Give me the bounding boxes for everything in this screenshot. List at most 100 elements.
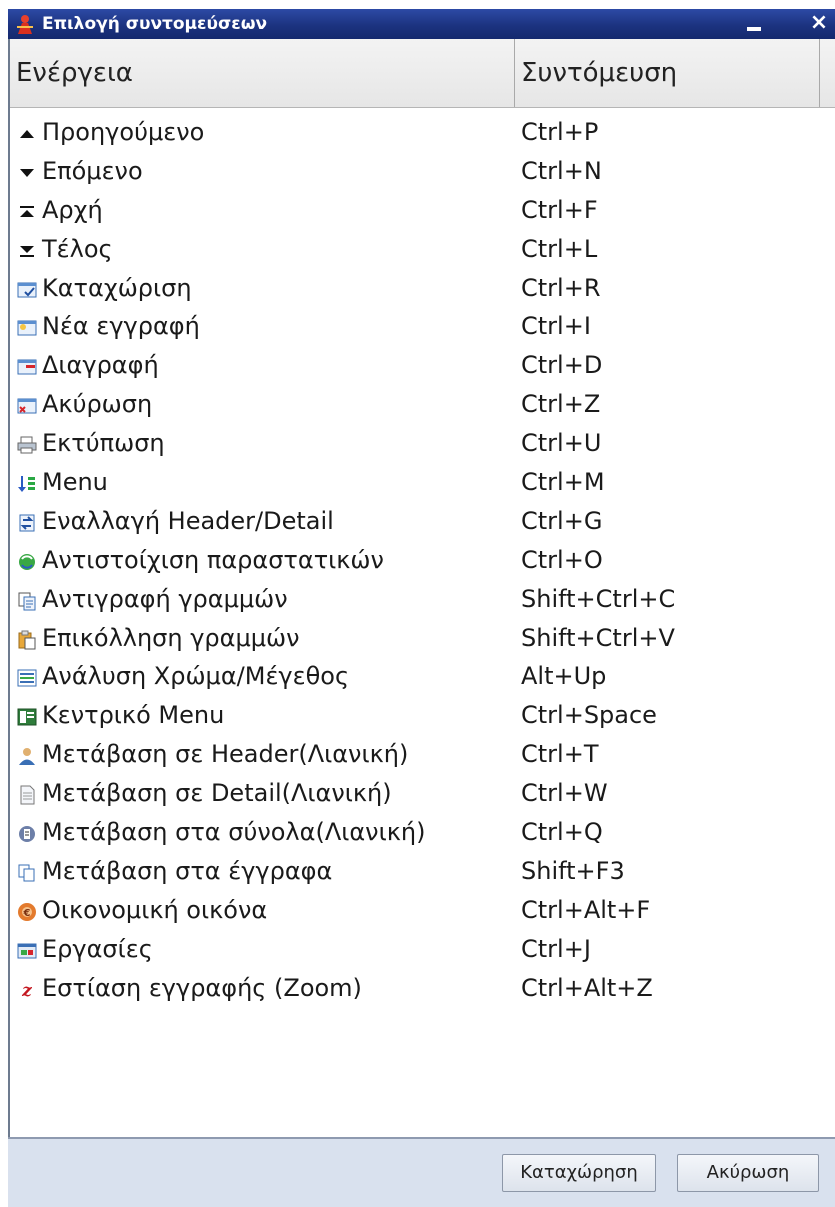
zoom-icon: z (16, 979, 38, 1001)
table-row[interactable]: Εκτύπωση Ctrl+U (10, 426, 835, 465)
action-label: Επόμενο (42, 156, 143, 185)
action-label: Μετάβαση στα έγγραφα (42, 856, 333, 885)
app-icon (14, 13, 36, 35)
title-bar[interactable]: Επιλογή συντομεύσεων × (8, 9, 835, 39)
shortcut-value[interactable]: Ctrl+J (521, 935, 591, 963)
cancel-button[interactable]: Ακύρωση (677, 1154, 819, 1192)
shortcut-value[interactable]: Ctrl+U (521, 429, 601, 457)
table-row[interactable]: Νέα εγγραφή Ctrl+I (10, 309, 835, 348)
menu-icon (16, 473, 38, 495)
column-header-shortcut[interactable]: Συντόμευση (515, 39, 820, 107)
new-record-icon (16, 317, 38, 339)
table-row[interactable]: Μετάβαση σε Header(Λιανική) Ctrl+T (10, 737, 835, 776)
action-label: Εργασίες (42, 934, 153, 963)
action-label: Διαγραφή (42, 351, 159, 380)
table-row[interactable]: Διαγραφή Ctrl+D (10, 348, 835, 387)
shortcut-value[interactable]: Ctrl+O (521, 546, 603, 574)
action-label: Μετάβαση στα σύνολα(Λιανική) (42, 818, 426, 847)
action-label: Αρχή (42, 195, 103, 224)
shortcut-value[interactable]: Ctrl+Space (521, 701, 657, 729)
shortcut-value[interactable]: Ctrl+Z (521, 390, 600, 418)
column-header-filler (820, 39, 835, 107)
table-row[interactable]: Επικόλληση γραμμών Shift+Ctrl+V (10, 621, 835, 660)
page-margin (0, 0, 835, 9)
grid-header: Ενέργεια Συντόμευση (10, 39, 835, 108)
shortcut-value[interactable]: Ctrl+L (521, 235, 597, 263)
shortcut-value[interactable]: Shift+Ctrl+C (521, 585, 675, 613)
action-label: Κεντρικό Menu (42, 701, 225, 730)
dialog-footer: Καταχώρηση Ακύρωση (8, 1137, 835, 1207)
close-button[interactable]: × (808, 12, 830, 35)
shortcut-value[interactable]: Ctrl+G (521, 507, 602, 535)
totals-icon (16, 823, 38, 845)
first-record-icon (16, 201, 38, 223)
table-row[interactable]: Αντιστοίχιση παραστατικών Ctrl+O (10, 543, 835, 582)
table-row[interactable]: z Εστίαση εγγραφής (Zoom) Ctrl+Alt+Z (10, 971, 835, 1010)
minimize-button[interactable] (743, 13, 765, 35)
shortcut-value[interactable]: Ctrl+I (521, 312, 591, 340)
action-label: Ανάλυση Χρώμα/Μέγεθος (42, 662, 350, 691)
svg-text:z: z (21, 981, 32, 1000)
svg-text:€: € (23, 908, 31, 919)
table-row[interactable]: Εναλλαγή Header/Detail Ctrl+G (10, 504, 835, 543)
color-size-icon (16, 667, 38, 689)
documents-icon (16, 862, 38, 884)
action-label: Ακύρωση (42, 390, 153, 419)
action-label: Μετάβαση σε Detail(Λιανική) (42, 779, 392, 808)
table-row[interactable]: Ακύρωση Ctrl+Z (10, 387, 835, 426)
shortcut-value[interactable]: Ctrl+N (521, 157, 602, 185)
table-row[interactable]: € Οικονομική οικόνα Ctrl+Alt+F (10, 893, 835, 932)
shortcut-value[interactable]: Ctrl+Alt+Z (521, 974, 653, 1002)
save-record-icon (16, 279, 38, 301)
shortcuts-grid: Ενέργεια Συντόμευση Προηγούμενο Ctrl+P Επό… (8, 39, 835, 1137)
action-label: Εναλλαγή Header/Detail (42, 506, 334, 535)
shortcut-value[interactable]: Ctrl+Q (521, 818, 603, 846)
table-row[interactable]: Μετάβαση στα έγγραφα Shift+F3 (10, 854, 835, 893)
tasks-icon (16, 940, 38, 962)
shortcut-value[interactable]: Ctrl+D (521, 351, 602, 379)
shortcut-value[interactable]: Alt+Up (521, 662, 606, 690)
finance-icon: € (16, 901, 38, 923)
table-row[interactable]: Κεντρικό Menu Ctrl+Space (10, 698, 835, 737)
printer-icon (16, 434, 38, 456)
table-row[interactable]: Εργασίες Ctrl+J (10, 932, 835, 971)
table-row[interactable]: Καταχώριση Ctrl+R (10, 271, 835, 310)
table-row[interactable]: Μετάβαση στα σύνολα(Λιανική) Ctrl+Q (10, 815, 835, 854)
shortcut-value[interactable]: Ctrl+W (521, 779, 608, 807)
table-row[interactable]: Ανάλυση Χρώμα/Μέγεθος Alt+Up (10, 659, 835, 698)
table-row[interactable]: Μετάβαση σε Detail(Λιανική) Ctrl+W (10, 776, 835, 815)
swap-header-detail-icon (16, 512, 38, 534)
action-label: Προηγούμενο (42, 118, 205, 146)
shortcut-value[interactable]: Shift+F3 (521, 857, 625, 885)
table-row[interactable]: Επόμενο Ctrl+N (10, 154, 835, 193)
arrow-down-icon (16, 162, 38, 184)
shortcut-value[interactable]: Ctrl+M (521, 468, 605, 496)
copy-lines-icon (16, 590, 38, 612)
document-icon (16, 784, 38, 806)
shortcut-value[interactable]: Ctrl+T (521, 740, 598, 768)
action-label: Οικονομική οικόνα (42, 895, 268, 924)
table-row[interactable]: Αρχή Ctrl+F (10, 193, 835, 232)
shortcut-value[interactable]: Ctrl+F (521, 196, 598, 224)
table-row[interactable]: Τέλος Ctrl+L (10, 232, 835, 271)
window-title: Επιλογή συντομεύσεων (42, 14, 268, 34)
grid-rows: Προηγούμενο Ctrl+P Επόμενο Ctrl+N Αρχή Ctrl+F… (10, 115, 835, 1009)
shortcut-value[interactable]: Ctrl+Alt+F (521, 896, 650, 924)
shortcut-value[interactable]: Ctrl+P (521, 118, 598, 146)
column-header-action[interactable]: Ενέργεια (10, 39, 515, 107)
action-label: Εστίαση εγγραφής (Zoom) (42, 973, 362, 1002)
action-label: Εκτύπωση (42, 429, 165, 458)
table-row[interactable]: Αντιγραφή γραμμών Shift+Ctrl+C (10, 582, 835, 621)
shortcut-selection-dialog: Επιλογή συντομεύσεων × Ενέργεια Συντόμευ… (0, 0, 835, 1207)
action-label: Τέλος (42, 234, 113, 263)
table-row[interactable]: Menu Ctrl+M (10, 465, 835, 504)
action-label: Νέα εγγραφή (42, 312, 200, 341)
save-button[interactable]: Καταχώρηση (502, 1154, 656, 1192)
arrow-up-icon (16, 123, 38, 145)
action-label: Μετάβαση σε Header(Λιανική) (42, 740, 409, 769)
action-label: Επικόλληση γραμμών (42, 623, 300, 652)
action-label: Menu (42, 468, 108, 497)
shortcut-value[interactable]: Ctrl+R (521, 274, 601, 302)
shortcut-value[interactable]: Shift+Ctrl+V (521, 624, 675, 652)
table-row[interactable]: Προηγούμενο Ctrl+P (10, 115, 835, 154)
